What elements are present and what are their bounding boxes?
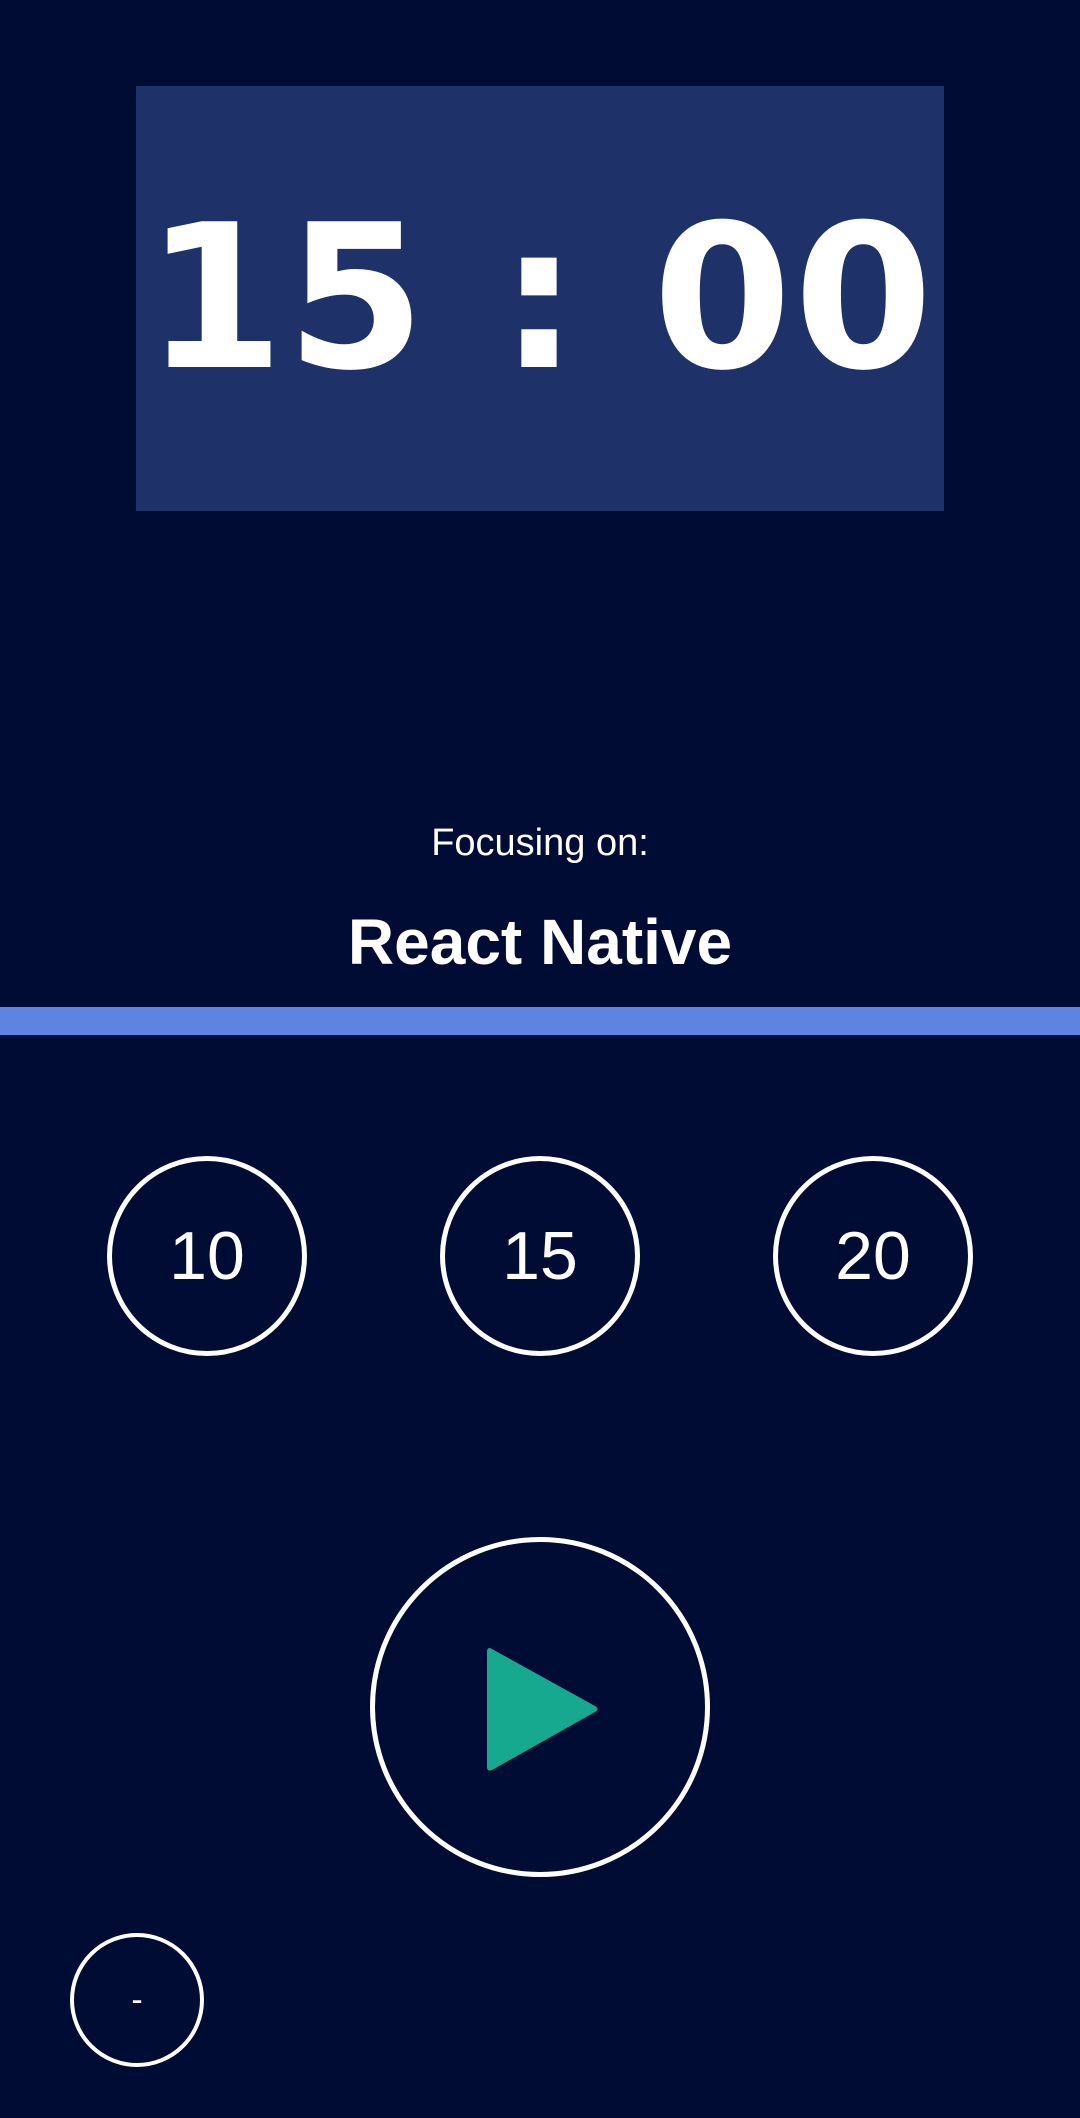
progress-bar-fill [0, 1007, 1080, 1035]
focus-subject: React Native [347, 906, 733, 978]
time-option-10-button[interactable]: 10 [107, 1156, 307, 1356]
time-option-20-button[interactable]: 20 [773, 1156, 973, 1356]
decrease-time-button[interactable]: - [70, 1933, 204, 2067]
play-icon [487, 1648, 598, 1771]
play-button[interactable] [370, 1537, 710, 1877]
progress-bar [0, 1007, 1080, 1035]
focus-label: Focusing on: [431, 822, 649, 864]
countdown-panel: 15 : 00 [136, 86, 944, 511]
countdown-display: 15 : 00 [145, 181, 935, 415]
time-option-15-button[interactable]: 15 [440, 1156, 640, 1356]
